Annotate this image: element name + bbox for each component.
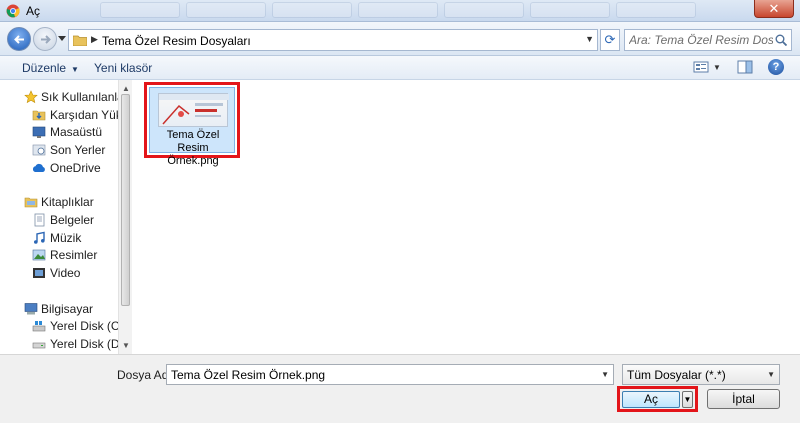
- command-bar: Düzenle ▼ Yeni klasör ▼ ?: [0, 56, 800, 80]
- file-type-value: Tüm Dosyalar (*.*): [627, 368, 726, 382]
- forward-button[interactable]: [33, 27, 57, 51]
- address-row: ▶ Tema Özel Resim Dosyaları ▼ ⟳: [0, 22, 800, 56]
- navigation-pane: Sık Kullanılanlar Karşıdan Yüklenenler M…: [0, 80, 132, 354]
- sidebar-item-label: Müzik: [50, 231, 82, 245]
- file-type-dropdown-icon[interactable]: ▼: [767, 370, 775, 379]
- help-icon[interactable]: ?: [768, 59, 784, 75]
- open-button[interactable]: Aç: [622, 391, 680, 408]
- sidebar-item-label: Belgeler: [50, 213, 95, 227]
- file-type-select[interactable]: Tüm Dosyalar (*.*) ▼: [622, 364, 780, 385]
- file-list: Tema Özel Resim Örnek.png: [133, 80, 800, 354]
- sidebar-item-pictures[interactable]: Resimler: [0, 246, 120, 264]
- sidebar-item-downloads[interactable]: Karşıdan Yüklenenler: [0, 106, 131, 124]
- cloud-icon: [32, 163, 45, 172]
- sidebar-item-onedrive[interactable]: OneDrive: [0, 159, 120, 177]
- sidebar-item-favorites[interactable]: Sık Kullanılanlar: [0, 88, 128, 106]
- search-icon[interactable]: [775, 34, 787, 46]
- recent-places-icon: [32, 144, 46, 156]
- open-split-dropdown-icon[interactable]: ▼: [682, 391, 693, 408]
- local-disk-icon: [32, 321, 46, 332]
- sidebar-item-local-disk-d[interactable]: Yerel Disk (D:): [0, 335, 127, 353]
- image-thumbnail-icon: [159, 94, 229, 125]
- scrollbar-thumb[interactable]: [121, 94, 130, 306]
- sidebar-item-label: Resimler: [50, 248, 98, 262]
- refresh-button[interactable]: ⟳: [600, 29, 620, 51]
- computer-icon: [24, 303, 38, 315]
- search-input[interactable]: [625, 30, 773, 50]
- sidebar-item-libraries[interactable]: Kitaplıklar: [0, 193, 120, 211]
- dialog-footer: Dosya Adı: ▼ Tüm Dosyalar (*.*) ▼ Aç ▼ İ…: [0, 354, 800, 423]
- desktop-icon: [32, 126, 46, 138]
- address-bar[interactable]: ▶ Tema Özel Resim Dosyaları ▼: [68, 29, 598, 51]
- close-icon: ✕: [768, 1, 780, 16]
- sidebar-item-local-disk-c[interactable]: Yerel Disk (C:): [0, 317, 127, 335]
- history-dropdown-icon[interactable]: [58, 36, 66, 42]
- star-icon: [24, 90, 38, 104]
- filename-combobox[interactable]: ▼: [166, 364, 614, 385]
- folder-icon: [73, 35, 87, 46]
- drive-icon: [32, 342, 46, 349]
- new-folder-button[interactable]: Yeni klasör: [94, 61, 152, 75]
- sidebar-item-video[interactable]: Video: [0, 264, 120, 282]
- sidebar-item-music[interactable]: Müzik: [0, 229, 120, 247]
- selected-file-tile[interactable]: Tema Özel Resim Örnek.png: [149, 87, 235, 167]
- organize-button[interactable]: Düzenle ▼: [22, 61, 79, 75]
- video-icon: [33, 268, 45, 278]
- scroll-down-icon[interactable]: ▼: [122, 341, 130, 350]
- file-thumbnail: [158, 93, 229, 127]
- sidebar-scrollbar[interactable]: ▲ ▼: [118, 80, 132, 354]
- libraries-icon: [24, 197, 38, 208]
- close-button[interactable]: ✕: [754, 0, 794, 18]
- sidebar-item-label: Son Yerler: [50, 143, 106, 157]
- sidebar-item-label: Yerel Disk (D:): [50, 337, 127, 351]
- filename-input[interactable]: [167, 365, 592, 384]
- title-bar: Aç ✕: [0, 0, 800, 22]
- sidebar-item-computer[interactable]: Bilgisayar: [0, 300, 120, 318]
- file-name: Tema Özel Resim Örnek.png: [166, 129, 220, 167]
- breadcrumb-current-folder[interactable]: Tema Özel Resim Dosyaları: [102, 34, 251, 48]
- background-tabs: [100, 2, 696, 20]
- sidebar-item-label: Sık Kullanılanlar: [41, 90, 128, 104]
- breadcrumb-separator-icon[interactable]: ▶: [91, 34, 98, 45]
- organize-dropdown-icon: ▼: [71, 65, 79, 74]
- window-title: Aç: [26, 4, 41, 18]
- filename-dropdown-icon[interactable]: ▼: [601, 370, 609, 379]
- pictures-icon: [32, 249, 46, 261]
- sidebar-item-label: Video: [50, 266, 81, 280]
- organize-label: Düzenle: [22, 61, 67, 75]
- sidebar-item-recent-places[interactable]: Son Yerler: [0, 141, 120, 159]
- sidebar-item-documents[interactable]: Belgeler: [0, 211, 120, 229]
- refresh-icon: ⟳: [604, 32, 616, 47]
- back-button[interactable]: [7, 27, 31, 51]
- sidebar-item-label: Masaüstü: [50, 125, 103, 139]
- sidebar-item-label: Yerel Disk (C:): [50, 319, 127, 333]
- sidebar-item-label: OneDrive: [50, 161, 101, 175]
- sidebar-item-label: Bilgisayar: [41, 302, 94, 316]
- sidebar-item-label: Kitaplıklar: [41, 195, 94, 209]
- cancel-button[interactable]: İptal: [707, 389, 780, 409]
- address-dropdown-icon[interactable]: ▼: [585, 34, 594, 44]
- preview-pane-icon[interactable]: [737, 60, 753, 74]
- scroll-up-icon[interactable]: ▲: [122, 84, 130, 93]
- downloads-folder-icon: [32, 110, 46, 121]
- view-dropdown-icon[interactable]: ▼: [713, 63, 721, 72]
- documents-icon: [34, 213, 45, 227]
- arrow-right-icon: [41, 35, 51, 44]
- arrow-left-icon: [14, 35, 24, 44]
- music-icon: [34, 231, 45, 244]
- file-item[interactable]: Tema Özel Resim Örnek.png: [144, 82, 240, 167]
- chrome-icon: [6, 4, 20, 18]
- search-box[interactable]: [624, 29, 792, 51]
- open-button-highlight: Aç ▼: [617, 386, 698, 412]
- sidebar-item-desktop[interactable]: Masaüstü: [0, 123, 120, 141]
- change-view-icon[interactable]: [693, 60, 709, 74]
